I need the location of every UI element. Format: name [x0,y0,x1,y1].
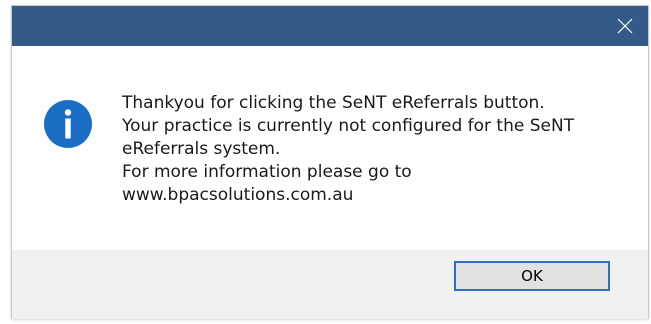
title-bar[interactable] [12,6,648,46]
dialog-footer: OK [12,250,648,319]
close-icon [617,18,633,34]
message-line: For more information please go to [122,162,412,182]
dialog-content: Thankyou for clicking the SeNT eReferral… [12,46,648,250]
message-url: www.bpacsolutions.com.au [122,185,354,205]
ok-button[interactable]: OK [454,261,610,291]
message-dialog: Thankyou for clicking the SeNT eReferral… [11,5,649,319]
info-icon [44,100,92,148]
ok-button-label: OK [521,267,543,285]
close-button[interactable] [602,6,648,46]
dialog-message: Thankyou for clicking the SeNT eReferral… [122,92,622,207]
message-line: Thankyou for clicking the SeNT eReferral… [122,93,545,113]
message-line: Your practice is currently not configure… [122,116,575,136]
message-line: eReferrals system. [122,139,281,159]
